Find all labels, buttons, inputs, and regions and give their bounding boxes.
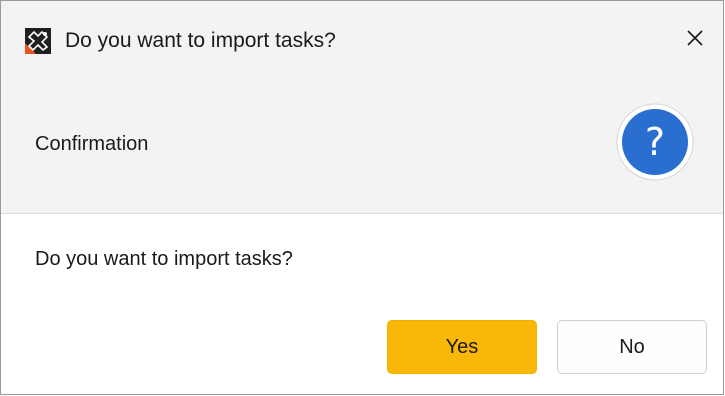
message-text: Do you want to import tasks? (35, 248, 293, 270)
title-bar: Do you want to import tasks? (1, 1, 723, 71)
window-title: Do you want to import tasks? (65, 29, 336, 52)
dialog-window: Do you want to import tasks? Confirmatio… (0, 0, 724, 395)
close-button[interactable] (667, 15, 723, 61)
question-icon: ? (616, 103, 694, 181)
app-logo-icon (25, 28, 51, 54)
svg-text:?: ? (645, 120, 665, 164)
header-panel: Confirmation ? (1, 71, 723, 214)
header-label: Confirmation (35, 133, 149, 155)
no-button[interactable]: No (557, 320, 707, 374)
close-icon (687, 30, 703, 46)
yes-button[interactable]: Yes (387, 320, 537, 374)
